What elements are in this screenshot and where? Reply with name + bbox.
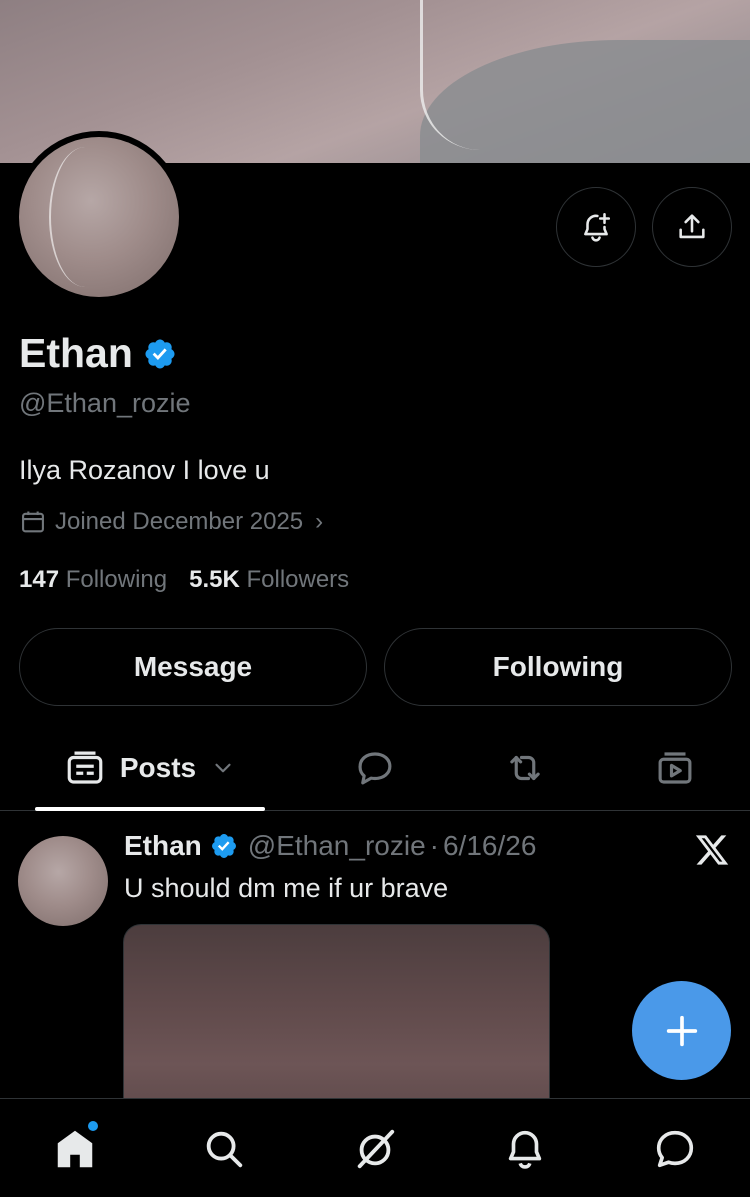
tab-posts[interactable]: Posts [35, 725, 265, 811]
post-date[interactable]: 6/16/26 [443, 830, 536, 862]
compose-button[interactable] [632, 981, 731, 1080]
bottom-nav [0, 1098, 750, 1197]
chevron-down-icon [215, 763, 231, 773]
verified-badge-icon [211, 834, 236, 858]
tab-media[interactable] [645, 725, 705, 811]
reply-bubble-icon [358, 752, 392, 785]
following-stat[interactable]: 147 Following [19, 566, 167, 594]
follow-stats: 147 Following 5.5K Followers [19, 566, 349, 594]
post-header: Ethan @Ethan_rozie · 6/16/26 [124, 830, 536, 862]
verified-badge-icon[interactable] [143, 337, 177, 371]
nav-grok[interactable] [345, 1119, 405, 1179]
posts-feed-icon [67, 751, 103, 784]
profile-avatar[interactable] [13, 131, 185, 303]
messages-icon [656, 1130, 694, 1168]
video-media-icon [658, 752, 692, 784]
nav-search[interactable] [194, 1119, 254, 1179]
tab-replies[interactable] [345, 725, 405, 811]
chevron-right-icon: › [315, 508, 324, 535]
followers-label: Followers [246, 566, 350, 593]
following-label: Following [65, 566, 168, 593]
followers-count: 5.5K [189, 566, 240, 593]
joined-text: Joined December 2025 [55, 508, 304, 535]
tab-reposts[interactable] [495, 725, 555, 811]
followers-stat[interactable]: 5.5K Followers [189, 566, 349, 594]
bell-plus-icon [584, 212, 611, 242]
profile-name: Ethan [19, 330, 133, 376]
calendar-icon [22, 511, 44, 533]
profile-name-row: Ethan [19, 330, 177, 377]
grok-icon [357, 1129, 395, 1169]
plus-icon [666, 1015, 697, 1046]
tab-posts-label: Posts [119, 752, 197, 783]
post-author-name[interactable]: Ethan [124, 830, 202, 862]
profile-tabs: Posts [0, 725, 750, 811]
post-author-avatar[interactable] [18, 836, 108, 926]
notifications-icon [508, 1130, 542, 1169]
notify-button[interactable] [556, 187, 636, 267]
message-button[interactable]: Message [19, 628, 367, 706]
post-text: U should dm me if ur brave [124, 873, 449, 903]
active-tab-indicator [35, 807, 265, 811]
home-icon [57, 1130, 93, 1168]
profile-handle: @Ethan_rozie [19, 388, 191, 418]
following-button[interactable]: Following [384, 628, 732, 706]
share-icon [679, 214, 705, 239]
nav-messages[interactable] [645, 1119, 705, 1179]
share-button[interactable] [652, 187, 732, 267]
post-author-handle[interactable]: @Ethan_rozie [248, 830, 426, 862]
profile-bio: Ilya Rozanov I love u [19, 455, 270, 485]
x-logo-icon[interactable] [694, 832, 730, 868]
joined-date[interactable]: Joined December 2025 › [19, 508, 323, 536]
search-icon [206, 1131, 243, 1168]
nav-notifications[interactable] [495, 1119, 555, 1179]
following-count: 147 [19, 566, 60, 593]
repost-icon [510, 755, 540, 781]
home-notification-dot [88, 1121, 98, 1131]
post-media-image[interactable] [123, 924, 550, 1124]
post-meta-separator: · [429, 830, 439, 861]
